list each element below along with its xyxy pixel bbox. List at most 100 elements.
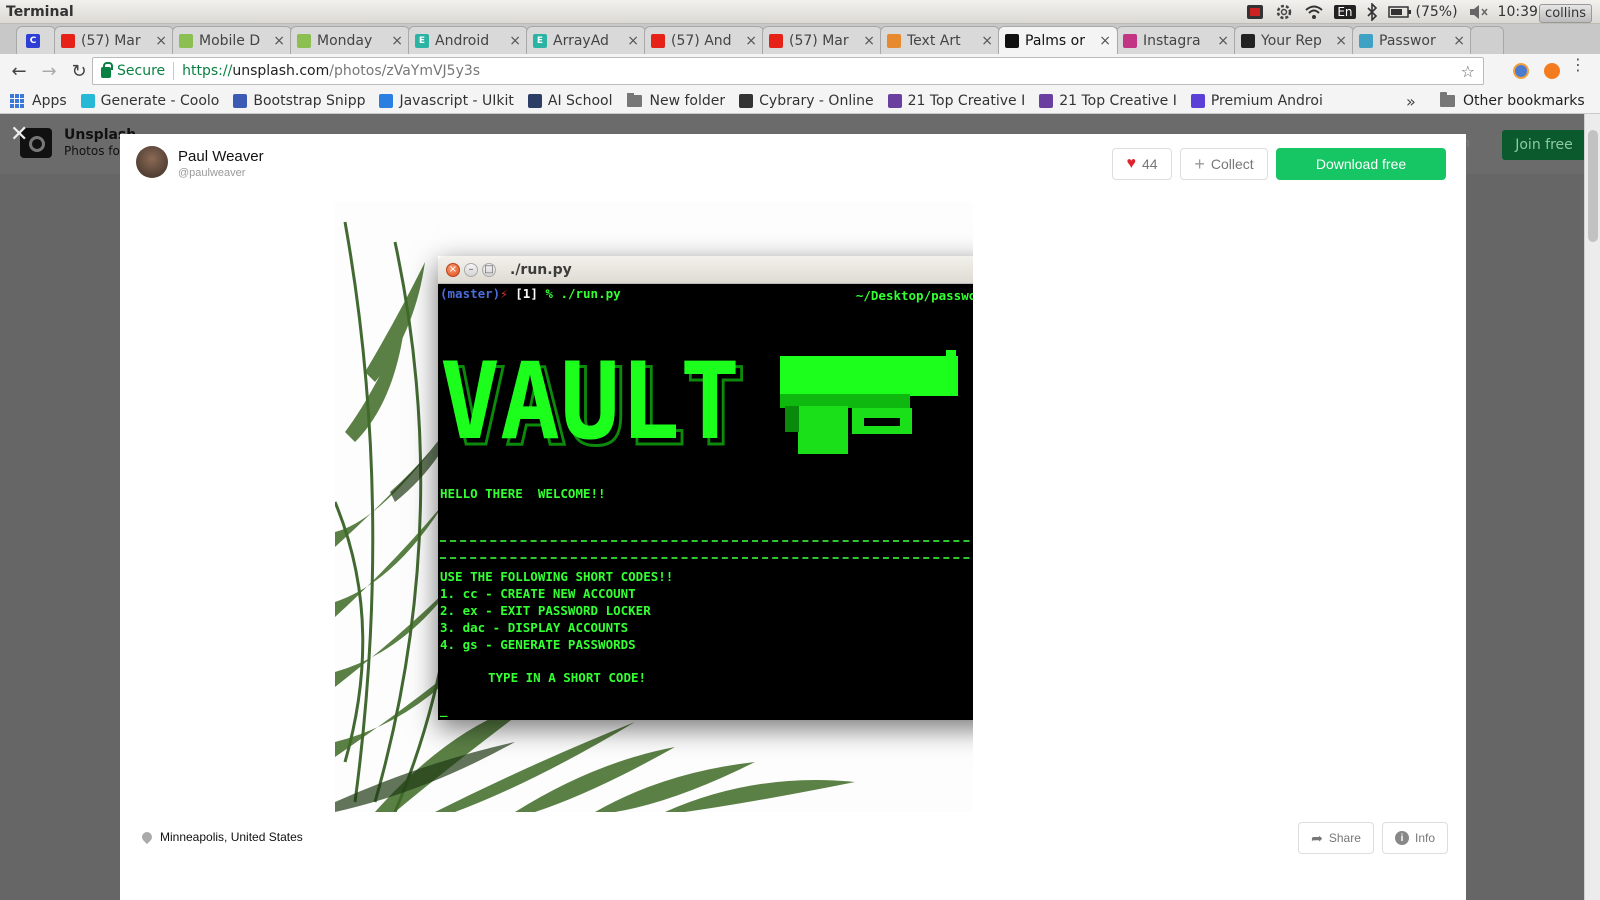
extension-orange-icon[interactable] [1544,63,1560,79]
collect-button[interactable]: + Collect [1180,148,1268,180]
browser-tab[interactable]: Mobile D × [172,26,292,54]
bookmarks-overflow-button[interactable]: » [1406,92,1416,111]
plus-icon: + [1194,153,1205,174]
tab-close-icon[interactable]: × [863,33,875,49]
window-minimize-icon[interactable]: – [464,262,478,277]
bookmark-item[interactable]: AI School [527,92,613,109]
browser-menu-button[interactable]: ⋮ [1570,57,1586,73]
shell-prompt: (master)⚡ [1] % ./run.py [440,286,621,301]
volume-muted-icon[interactable] [1468,4,1488,20]
photo[interactable]: × – □ ./run.py (master)⚡ [1] % ./run.py … [335,202,973,812]
tab-close-icon[interactable]: × [391,33,403,49]
bookmark-item[interactable]: Javascript - UIkit [379,93,514,109]
bookmark-item[interactable]: Generate - Coolo [80,93,219,109]
window-maximize-icon[interactable]: □ [482,262,496,277]
browser-tab[interactable]: E ArrayAd × [526,26,646,54]
bookmarks-bar: Apps Generate - Coolo Bootstrap Snipp Java… [0,88,1600,114]
browser-tab[interactable]: Monday × [290,26,410,54]
lock-icon [101,62,113,78]
pencil-favicon-icon [887,33,901,48]
screen-recorder-icon[interactable] [1246,4,1264,20]
bookmark-item[interactable]: 21 Top Creative I [1039,93,1177,109]
tab-close-icon[interactable]: × [627,33,639,49]
tab-label: Palms or [1025,32,1085,49]
page-scrollbar[interactable] [1584,114,1600,900]
browser-tab[interactable]: C [16,26,56,54]
download-button[interactable]: Download free [1276,148,1446,180]
tab-close-icon[interactable]: × [1217,33,1229,49]
tab-close-icon[interactable]: × [981,33,993,49]
browser-tab[interactable]: (57) And × [644,26,764,54]
tab-close-icon[interactable]: × [1099,33,1111,49]
battery-percent: (75%) [1415,4,1458,20]
bookmark-item[interactable]: Cybrary - Online [739,93,874,109]
author-avatar[interactable] [136,146,168,178]
browser-tab[interactable]: Passwor × [1352,26,1472,54]
wifi-icon[interactable] [1304,4,1324,20]
prompt-job: [1] [515,286,538,301]
modal-close-icon[interactable]: ✕ [10,122,28,147]
address-bar[interactable]: Secure https://unsplash.com/photos/zVaYm… [92,57,1484,85]
browser-tab[interactable]: (57) Mar × [54,26,174,54]
leaf-favicon-icon [1359,33,1373,48]
tab-close-icon[interactable]: × [509,33,521,49]
bookmark-favicon-icon [527,93,542,108]
tab-close-icon[interactable]: × [1453,33,1465,49]
bookmark-item[interactable]: 21 Top Creative I [887,92,1026,109]
browser-tab[interactable]: Palms or × [998,26,1118,54]
bookmark-label: 21 Top Creative I [907,92,1026,109]
share-button[interactable]: ➦ Share [1298,822,1374,854]
browser-tab[interactable]: Text Art × [880,26,1000,54]
tab-label: (57) Mar [81,32,141,49]
profile-chip[interactable]: collins [1539,4,1592,23]
tab-close-icon[interactable]: × [745,33,757,49]
folder-icon [1440,92,1455,107]
prompt-bolt-icon: ⚡ [500,286,508,301]
location-label: Minneapolis, United States [160,830,303,844]
bookmark-item[interactable]: Bootstrap Snipp [233,93,365,109]
other-bookmarks-folder[interactable]: Other bookmarks [1440,92,1585,109]
tab-close-icon[interactable]: × [155,33,167,49]
arrow-left-icon: ← [11,60,27,82]
like-button[interactable]: ♥ 44 [1112,148,1172,180]
instructions-title: USE THE FOLLOWING SHORT CODES!! [440,569,674,584]
bookmark-label: AI School [547,92,613,109]
window-close-icon[interactable]: × [446,262,460,277]
bookmark-item[interactable]: New folder [626,92,725,109]
keyboard-layout-indicator[interactable]: En [1334,5,1356,19]
terminal-output[interactable]: (master)⚡ [1] % ./run.py ~/Desktop/passw… [438,284,973,720]
reload-button[interactable]: ↻ [68,60,90,82]
bookmark-star-icon[interactable]: ☆ [1461,62,1475,81]
author-handle[interactable]: @paulweaver [178,167,245,179]
browser-tab[interactable]: Your Rep × [1234,26,1354,54]
photo-location[interactable]: Minneapolis, United States [139,829,303,845]
security-indicator[interactable]: Secure [101,62,165,79]
terminal-titlebar[interactable]: × – □ ./run.py [438,256,973,284]
terminal-title: ./run.py [510,261,572,278]
browser-tab[interactable]: (57) Mar × [762,26,882,54]
back-button[interactable]: ← [8,60,30,82]
bookmark-apps-label: Apps [32,92,67,109]
forward-button[interactable]: → [38,60,60,82]
bluetooth-icon[interactable] [1366,3,1378,21]
bookmark-apps[interactable]: Apps [10,93,67,109]
info-button[interactable]: i Info [1382,822,1448,854]
photo-modal: Paul Weaver @paulweaver ♥ 44 + Collect D… [120,134,1466,900]
new-tab-button[interactable] [1470,26,1504,54]
apps-grid-icon [10,93,24,108]
reload-icon: ↻ [71,60,87,82]
bookmark-favicon-icon [1190,93,1205,108]
terminal-window[interactable]: × – □ ./run.py (master)⚡ [1] % ./run.py … [438,256,973,720]
battery-indicator[interactable]: (75%) [1387,4,1458,20]
extension-owl-icon[interactable] [1513,63,1529,79]
tab-close-icon[interactable]: × [273,33,285,49]
bookmark-item[interactable]: Premium Androi [1190,93,1323,109]
settings-gear-icon[interactable] [1274,2,1294,22]
tab-close-icon[interactable]: × [1335,33,1347,49]
author-name[interactable]: Paul Weaver [178,148,264,165]
browser-tab[interactable]: E Android × [408,26,528,54]
tab-label: ArrayAd [553,32,609,49]
browser-tab[interactable]: Instagra × [1116,26,1236,54]
separator-line [440,540,973,542]
scrollbar-thumb[interactable] [1588,130,1598,242]
